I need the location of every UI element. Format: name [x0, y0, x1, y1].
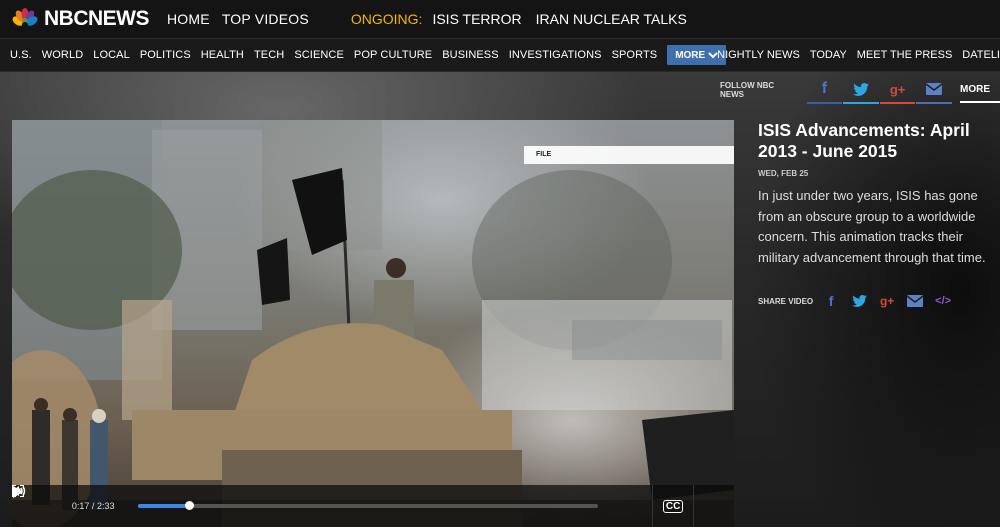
more-button-label: MORE [675, 49, 706, 61]
share-facebook-icon[interactable]: f [819, 291, 843, 311]
progress-handle[interactable] [184, 501, 194, 510]
logo-text: NBCNEWS [44, 7, 150, 30]
follow-more-tab[interactable]: MORE [960, 78, 1000, 103]
share-email-icon[interactable] [903, 291, 927, 311]
peacock-icon [12, 8, 38, 28]
nav-top-videos[interactable]: TOP VIDEOS [222, 11, 309, 27]
section-tech[interactable]: TECH [254, 49, 284, 61]
share-twitter-icon[interactable] [847, 291, 871, 311]
volume-button[interactable] [12, 485, 652, 527]
video-player[interactable]: FILE 0:17 / 2:33 CC [12, 120, 734, 527]
ongoing-label: ONGOING: [350, 11, 423, 27]
fullscreen-button[interactable] [12, 485, 734, 527]
cc-icon: CC [662, 499, 684, 513]
video-controls: 0:17 / 2:33 CC [12, 485, 734, 527]
ongoing-iran-nuclear-talks[interactable]: IRAN NUCLEAR TALKS [536, 11, 687, 27]
follow-google-plus-icon[interactable]: g+ [879, 76, 916, 104]
video-description: In just under two years, ISIS has gone f… [758, 188, 986, 265]
follow-facebook-icon[interactable]: f [806, 76, 843, 104]
section-business[interactable]: BUSINESS [442, 49, 498, 61]
section-world[interactable]: WORLD [42, 49, 83, 61]
share-bar: SHARE VIDEO f g+ </> [758, 291, 1000, 311]
share-google-plus-icon[interactable]: g+ [875, 291, 899, 311]
section-sports[interactable]: SPORTS [612, 49, 658, 61]
section-politics[interactable]: POLITICS [140, 49, 191, 61]
progress-track[interactable] [137, 501, 599, 510]
top-bar: NBCNEWS HOME TOP VIDEOS ONGOING: ISIS TE… [0, 0, 1000, 38]
follow-bar: FOLLOW NBC NEWS f g+ MORE [720, 76, 1000, 104]
follow-label: FOLLOW NBC NEWS [720, 81, 775, 99]
section-us[interactable]: U.S. [10, 49, 32, 61]
show-dateline[interactable]: DATELI [962, 49, 1000, 61]
video-frame [12, 120, 734, 527]
top-links: HOME TOP VIDEOS [167, 11, 321, 27]
follow-email-icon[interactable] [916, 76, 952, 104]
video-title: ISIS Advancements: April 2013 - June 201… [758, 120, 970, 161]
file-footage-label: FILE [524, 146, 734, 164]
section-science[interactable]: SCIENCE [294, 49, 344, 61]
share-label: SHARE VIDEO [758, 296, 814, 306]
section-investigations[interactable]: INVESTIGATIONS [509, 49, 602, 61]
shows-nav: NIGHTLY NEWS TODAY MEET THE PRESS DATELI [717, 39, 1000, 71]
ongoing-stories: ONGOING: ISIS TERROR IRAN NUCLEAR TALKS [351, 11, 701, 27]
show-nightly-news[interactable]: NIGHTLY NEWS [717, 49, 800, 61]
fullscreen-icon [12, 485, 24, 497]
share-embed-icon[interactable]: </> [931, 291, 955, 311]
progress-fill [137, 504, 189, 508]
nbc-news-logo[interactable]: NBCNEWS [10, 0, 150, 38]
duration: 2:33 [96, 501, 115, 511]
section-pop-culture[interactable]: POP CULTURE [354, 49, 432, 61]
current-time: 0:17 [71, 501, 90, 511]
show-today[interactable]: TODAY [810, 49, 847, 61]
section-health[interactable]: HEALTH [201, 49, 244, 61]
section-local[interactable]: LOCAL [93, 49, 130, 61]
sections-nav: U.S. WORLD LOCAL POLITICS HEALTH TECH SC… [0, 38, 1000, 72]
ongoing-isis-terror[interactable]: ISIS TERROR [432, 11, 521, 27]
nav-home[interactable]: HOME [167, 11, 210, 27]
video-time: 0:17 / 2:33 [71, 501, 115, 511]
show-meet-the-press[interactable]: MEET THE PRESS [857, 49, 953, 61]
video-date: WED, FEB 25 [758, 169, 809, 178]
video-info: ISIS Advancements: April 2013 - June 201… [758, 120, 1000, 311]
closed-captions-button[interactable]: CC [652, 485, 693, 527]
follow-twitter-icon[interactable] [843, 76, 879, 104]
